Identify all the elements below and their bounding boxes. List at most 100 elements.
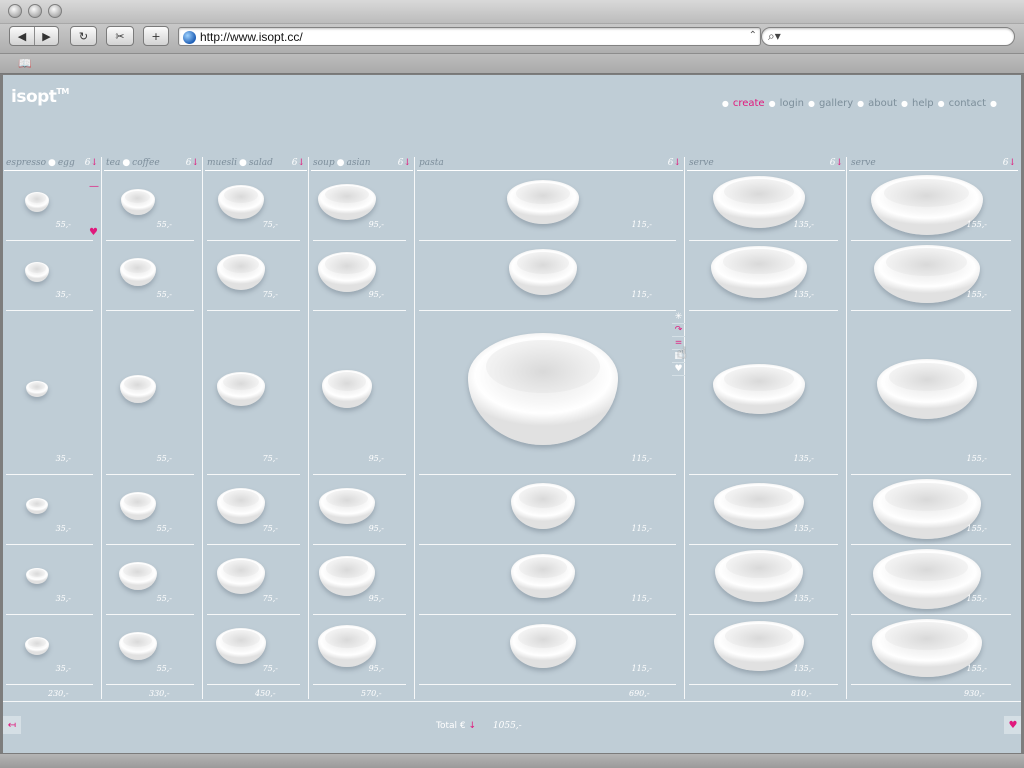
bowl-image[interactable]: [511, 554, 575, 598]
address-bar[interactable]: http://www.isopt.cc/ ⌃: [178, 27, 761, 46]
bowl-image[interactable]: [120, 189, 155, 215]
bowl-image[interactable]: [119, 375, 156, 403]
bowl-image[interactable]: [118, 632, 157, 660]
column-count[interactable]: 6↓: [668, 158, 681, 168]
heart-icon[interactable]: ♥: [1004, 716, 1021, 734]
bowl-cell[interactable]: 135,-: [686, 615, 844, 685]
sort-down-icon[interactable]: ↓: [90, 158, 98, 168]
nav-link-create[interactable]: create: [733, 98, 765, 110]
bowl-image[interactable]: [871, 619, 982, 677]
column-count[interactable]: 6↓: [830, 158, 843, 168]
minimize-window-icon[interactable]: [28, 4, 42, 18]
sort-down-icon[interactable]: ↓: [297, 158, 305, 168]
bowl-cell[interactable]: 55,-: [103, 615, 200, 685]
bowl-image[interactable]: [876, 359, 977, 419]
bowl-cell[interactable]: 135,-: [686, 171, 844, 241]
bowl-cell[interactable]: 135,-: [686, 241, 844, 311]
site-logo[interactable]: isoptTM: [11, 87, 69, 107]
bowl-image[interactable]: [318, 184, 376, 220]
bowl-cell[interactable]: 55,-: [103, 545, 200, 615]
bowl-cell[interactable]: 75,-: [204, 311, 306, 475]
bowl-cell[interactable]: 35,-: [3, 311, 99, 475]
bowl-image[interactable]: [509, 249, 577, 295]
column-label[interactable]: soup ● asian: [313, 158, 371, 168]
bowl-cell[interactable]: 135,-: [686, 545, 844, 615]
bowl-cell[interactable]: 55,-: [103, 311, 200, 475]
bowl-image[interactable]: [713, 176, 805, 228]
bowl-image[interactable]: [713, 364, 805, 414]
bowl-image[interactable]: [26, 568, 48, 584]
sort-down-icon[interactable]: ↓: [191, 158, 199, 168]
bowl-cell[interactable]: 95,-: [310, 475, 412, 545]
column-label[interactable]: serve: [689, 158, 714, 168]
bowl-image[interactable]: [119, 258, 156, 286]
bowl-cell[interactable]: 75,-: [204, 475, 306, 545]
bowl-image[interactable]: [217, 254, 265, 290]
sort-down-icon[interactable]: ↓: [1008, 158, 1016, 168]
bowl-cell[interactable]: 95,-: [310, 241, 412, 311]
bowl-cell[interactable]: 75,-: [204, 171, 306, 241]
bowl-cell[interactable]: 55,-: [3, 171, 99, 241]
bowl-image[interactable]: [322, 370, 372, 408]
bowl-image[interactable]: [510, 624, 576, 668]
snowflake-icon[interactable]: ✳: [672, 311, 685, 324]
bowl-cell[interactable]: 115,-: [416, 311, 682, 475]
bowl-image[interactable]: [872, 549, 981, 609]
plus-icon[interactable]: +: [143, 26, 169, 46]
bowl-image[interactable]: [26, 381, 48, 397]
bowl-image[interactable]: [218, 185, 264, 219]
bowl-cell[interactable]: 155,-: [848, 171, 1017, 241]
bowl-cell[interactable]: 155,-: [848, 615, 1017, 685]
bowl-image[interactable]: [217, 488, 265, 524]
bowl-cell[interactable]: 155,-: [848, 241, 1017, 311]
bowl-cell[interactable]: 35,-: [3, 241, 99, 311]
bowl-image[interactable]: [318, 252, 376, 292]
bowl-image[interactable]: [318, 625, 376, 667]
bowl-cell[interactable]: 35,-: [3, 475, 99, 545]
column-label[interactable]: muesli ● salad: [207, 158, 273, 168]
bowl-image[interactable]: [25, 192, 49, 212]
bowl-image[interactable]: [872, 479, 981, 539]
nav-link-about[interactable]: about: [868, 98, 897, 110]
bowl-image[interactable]: [25, 262, 49, 282]
bowl-image[interactable]: [217, 558, 265, 594]
reload-icon[interactable]: ↻: [70, 26, 97, 46]
bowl-image[interactable]: [118, 562, 157, 590]
bowl-cell[interactable]: 75,-: [204, 241, 306, 311]
sort-down-icon[interactable]: ↓: [468, 721, 476, 731]
bowl-image[interactable]: [714, 483, 804, 529]
sort-down-icon[interactable]: ↓: [673, 158, 681, 168]
bowl-image[interactable]: [319, 488, 375, 524]
bowl-cell[interactable]: 55,-: [103, 241, 200, 311]
bowl-image[interactable]: [217, 372, 265, 406]
bowl-image[interactable]: [216, 628, 266, 664]
bowl-image[interactable]: [25, 637, 49, 655]
minus-icon[interactable]: —: [89, 181, 99, 192]
sort-down-icon[interactable]: ↓: [835, 158, 843, 168]
bowl-cell[interactable]: 95,-: [310, 171, 412, 241]
bowl-cell[interactable]: 95,-: [310, 545, 412, 615]
bowl-cell[interactable]: 35,-: [3, 615, 99, 685]
stop-icon[interactable]: ⌃: [749, 30, 757, 41]
bowl-image[interactable]: [511, 483, 575, 529]
snapshot-icon[interactable]: ✂: [106, 26, 134, 46]
heart-icon[interactable]: ♥: [89, 227, 98, 238]
rotate-icon[interactable]: ↷: [672, 324, 685, 337]
bowl-cell[interactable]: 95,-: [310, 311, 412, 475]
bowl-image[interactable]: [507, 180, 579, 224]
column-label[interactable]: serve: [851, 158, 876, 168]
bowl-cell[interactable]: 115,-: [416, 241, 682, 311]
nav-link-login[interactable]: login: [780, 98, 804, 110]
nav-link-contact[interactable]: contact: [949, 98, 986, 110]
search-field[interactable]: ⌕▾: [761, 27, 1015, 46]
bowl-image[interactable]: [715, 550, 803, 602]
bookmarks-book-icon[interactable]: 📖: [18, 57, 36, 70]
column-count[interactable]: 6↓: [1003, 158, 1016, 168]
bowl-cell[interactable]: 75,-: [204, 615, 306, 685]
column-count[interactable]: 6↓: [398, 158, 411, 168]
column-label[interactable]: espresso ● egg: [6, 158, 75, 168]
bowl-cell[interactable]: 155,-: [848, 475, 1017, 545]
bowl-cell[interactable]: 35,-: [3, 545, 99, 615]
close-window-icon[interactable]: [8, 4, 22, 18]
bowl-cell[interactable]: 135,-: [686, 475, 844, 545]
